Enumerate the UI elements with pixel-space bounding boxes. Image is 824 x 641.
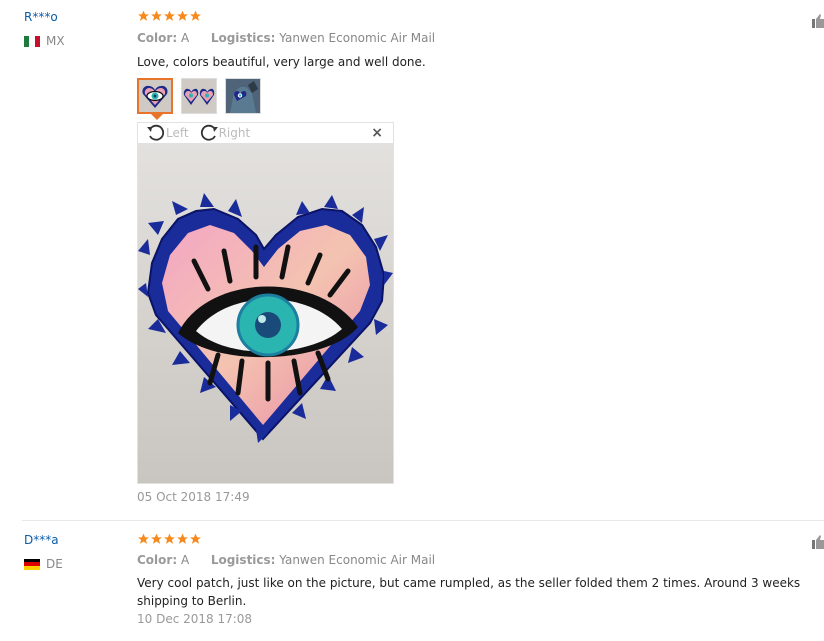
reviewer-name[interactable]: D***a — [24, 533, 59, 547]
rotate-right-icon — [200, 124, 218, 141]
logistics-value: Yanwen Economic Air Mail — [279, 31, 436, 45]
photo-thumbnails — [137, 78, 261, 114]
rotate-right-label: Right — [218, 126, 251, 140]
order-meta: Color: A Logistics: Yanwen Economic Air … — [137, 553, 435, 567]
color-key: Color: — [137, 553, 178, 567]
close-viewer-button[interactable]: × — [371, 125, 383, 141]
star-icon — [151, 10, 162, 21]
star-icon — [164, 533, 175, 544]
logistics-key: Logistics: — [210, 31, 276, 45]
selected-thumbnail-indicator — [151, 114, 163, 120]
viewer-toolbar: Left Right × — [138, 123, 393, 143]
star-icon — [177, 10, 188, 21]
feedback-page: R***o MX Color: A Logistics: Yanwen Econ… — [0, 0, 824, 641]
star-icon — [190, 533, 201, 544]
review-text: Very cool patch, just like on the pictur… — [137, 576, 801, 608]
logistics-value: Yanwen Economic Air Mail — [279, 553, 436, 567]
star-rating — [137, 532, 202, 546]
rotate-left-button[interactable]: Left — [146, 124, 189, 142]
photo-thumbnail[interactable] — [137, 78, 173, 114]
review-text: Love, colors beautiful, very large and w… — [137, 55, 426, 69]
star-icon — [164, 10, 175, 21]
star-icon — [151, 533, 162, 544]
review-photo-large — [138, 143, 393, 483]
two-heart-patches-image — [182, 79, 216, 113]
review-date: 10 Dec 2018 17:08 — [137, 612, 253, 626]
review-date: 05 Oct 2018 17:49 — [137, 490, 250, 504]
heart-eye-sequin-patch-image — [138, 143, 393, 483]
reviewer-country: DE — [24, 557, 63, 571]
reviewer-country: MX — [24, 34, 65, 48]
country-code: DE — [46, 557, 63, 571]
order-meta: Color: A Logistics: Yanwen Economic Air … — [137, 31, 435, 45]
review-item: D***a DE Color: A Logistics: Yanwen Econ… — [0, 521, 824, 641]
rotate-left-label: Left — [166, 126, 189, 140]
color-key: Color: — [137, 31, 178, 45]
logistics-key: Logistics: — [210, 553, 276, 567]
photo-thumbnail[interactable] — [225, 78, 261, 114]
thumbs-up-icon[interactable] — [812, 14, 824, 28]
color-value: A — [180, 553, 190, 567]
germany-flag-icon — [24, 558, 40, 570]
star-icon — [138, 10, 149, 21]
thumbs-up-icon[interactable] — [812, 535, 824, 549]
review-item: R***o MX Color: A Logistics: Yanwen Econ… — [0, 0, 824, 520]
patch-on-jacket-image — [226, 79, 260, 113]
star-icon — [190, 10, 201, 21]
photo-viewer: Left Right × — [137, 122, 394, 484]
rotate-right-button[interactable]: Right — [199, 124, 251, 142]
rotate-left-icon — [147, 124, 165, 141]
color-value: A — [180, 31, 190, 45]
star-icon — [177, 533, 188, 544]
star-icon — [138, 533, 149, 544]
mexico-flag-icon — [24, 35, 40, 47]
reviewer-name[interactable]: R***o — [24, 10, 58, 24]
country-code: MX — [46, 34, 65, 48]
heart-eye-patch-image — [139, 80, 171, 112]
photo-thumbnail[interactable] — [181, 78, 217, 114]
star-rating — [137, 9, 202, 23]
